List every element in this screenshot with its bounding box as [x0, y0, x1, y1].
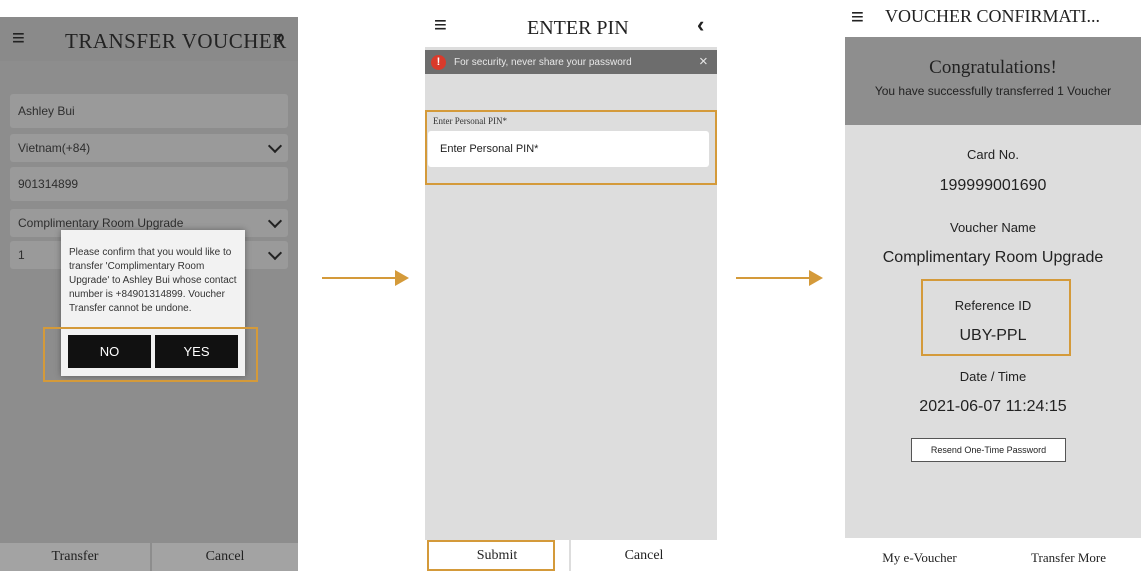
phone-number-value: 901314899	[18, 177, 79, 191]
confirm-message: Please confirm that you would like to tr…	[69, 247, 237, 314]
chevron-down-icon	[267, 138, 283, 154]
chevron-down-icon	[267, 245, 283, 261]
congrats-message: You have successfully transferred 1 Vouc…	[874, 84, 1112, 98]
congrats-banner: Congratulations! You have successfully t…	[845, 37, 1141, 125]
menu-icon[interactable]: ≡	[851, 4, 864, 30]
datetime-label: Date / Time	[959, 369, 1027, 384]
transfer-more-button[interactable]: Transfer More	[996, 545, 1141, 571]
flow-arrow-line	[322, 277, 396, 279]
resend-otp-button[interactable]: Resend One-Time Password	[911, 438, 1066, 462]
enter-pin-screen: ≡ ENTER PIN ‹ ! For security, never shar…	[425, 0, 717, 571]
country-code-select[interactable]: Vietnam(+84)	[10, 134, 288, 162]
voucher-name-label: Voucher Name	[950, 220, 1036, 235]
back-icon[interactable]: ‹	[276, 24, 283, 50]
congrats-title: Congratulations!	[929, 57, 1057, 78]
phone-number-field[interactable]: 901314899	[10, 167, 288, 201]
flow-arrow-head	[809, 270, 823, 286]
page-title: ENTER PIN	[527, 17, 629, 39]
chevron-down-icon	[267, 213, 283, 229]
highlight-box	[921, 279, 1071, 356]
back-icon[interactable]: ‹	[697, 12, 704, 38]
voucher-value: Complimentary Room Upgrade	[18, 216, 184, 230]
menu-icon[interactable]: ≡	[12, 25, 25, 51]
security-banner-text: For security, never share your password	[454, 56, 632, 68]
voucher-name-value: Complimentary Room Upgrade	[882, 249, 1104, 266]
my-evoucher-button[interactable]: My e-Voucher	[845, 545, 994, 571]
transfer-voucher-screen: ≡ TRANSFER VOUCHER ‹ Ashley Bui Vietnam(…	[0, 17, 298, 571]
page-title: VOUCHER CONFIRMATI...	[885, 6, 1101, 26]
page-title: TRANSFER VOUCHER	[65, 29, 287, 53]
voucher-confirmation-screen: ≡ VOUCHER CONFIRMATI... Congratulations!…	[845, 0, 1141, 571]
highlight-box	[427, 540, 555, 571]
card-no-label: Card No.	[966, 147, 1020, 162]
flow-arrow-head	[395, 270, 409, 286]
menu-icon[interactable]: ≡	[434, 12, 447, 38]
country-code-value: Vietnam(+84)	[18, 141, 91, 155]
highlight-box	[425, 110, 717, 185]
recipient-name-value: Ashley Bui	[18, 104, 75, 118]
alert-icon: !	[431, 54, 446, 70]
datetime-value: 2021-06-07 11:24:15	[919, 398, 1067, 415]
recipient-name-field[interactable]: Ashley Bui	[10, 94, 288, 128]
cancel-button[interactable]: Cancel	[152, 543, 298, 571]
close-icon[interactable]: ×	[699, 53, 708, 70]
cancel-button[interactable]: Cancel	[571, 540, 717, 571]
security-banner: ! For security, never share your passwor…	[425, 50, 717, 74]
transfer-button[interactable]: Transfer	[0, 543, 150, 571]
quantity-value: 1	[18, 248, 25, 262]
highlight-box	[43, 327, 258, 382]
flow-arrow-line	[736, 277, 810, 279]
card-no-value: 199999001690	[939, 177, 1047, 194]
